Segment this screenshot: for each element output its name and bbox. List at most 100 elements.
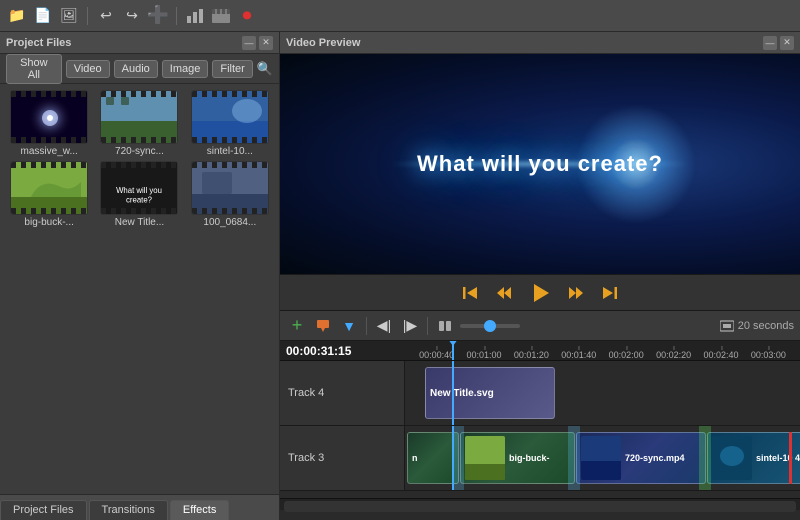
- project-files-header: Project Files — ✕: [0, 32, 279, 54]
- track-4-content: New Title.svg: [405, 361, 800, 425]
- time-mark-8: 00:03:00: [751, 350, 786, 360]
- file-item-2[interactable]: sintel-10...: [187, 90, 273, 157]
- panel-controls: — ✕: [242, 36, 273, 50]
- record-button[interactable]: ⏺: [236, 5, 258, 27]
- toolbar-separator-2: [176, 7, 177, 25]
- file-item-0[interactable]: massive_w...: [6, 90, 92, 157]
- go-to-end-button[interactable]: [597, 282, 623, 304]
- play-button[interactable]: [525, 280, 555, 306]
- filter-button[interactable]: ▼: [338, 315, 360, 337]
- file-name-3: big-buck-...: [6, 217, 92, 228]
- rewind-button[interactable]: [491, 282, 517, 304]
- clip-bigbuck-thumb: [465, 436, 505, 480]
- filter-row: Show All Video Audio Image Filter 🔍: [0, 54, 279, 84]
- project-files-title: Project Files: [6, 37, 71, 49]
- preview-controls-header: — ✕: [763, 36, 794, 50]
- track-end-marker: [789, 432, 792, 484]
- transition-2: [568, 426, 580, 490]
- timeline-scrollbar[interactable]: [280, 498, 800, 510]
- track-4-row: Track 4 New Title.svg: [280, 361, 800, 426]
- chart-button[interactable]: [184, 5, 206, 27]
- file-thumb-5: [191, 161, 269, 215]
- clip-bigbuck[interactable]: big-buck-: [460, 432, 575, 484]
- playhead-line-t3: [452, 426, 454, 490]
- file-thumb-0: [10, 90, 88, 144]
- image-filter-button[interactable]: Image: [162, 60, 209, 78]
- time-mark-4: 00:01:40: [561, 350, 596, 360]
- preview-overlay-text: What will you create?: [417, 151, 663, 177]
- file-name-2: sintel-10...: [187, 146, 273, 157]
- new-file-button[interactable]: 📁: [6, 5, 28, 27]
- clip-bigbuck-label: big-buck-: [509, 453, 550, 463]
- timeline-content: 00:00:31:15 00:00:40 00:01:00 00:01:20 0…: [280, 341, 800, 498]
- clip-sintel-label: sintel-10 4-surround.mp4: [756, 453, 800, 463]
- undo-button[interactable]: ↩: [95, 5, 117, 27]
- left-panel: Project Files — ✕ Show All Video Audio I…: [0, 32, 280, 520]
- filter-search-icon: 🔍: [257, 61, 273, 77]
- time-mark-3: 00:01:20: [514, 350, 549, 360]
- bottom-tabs: Project Files Transitions Effects: [0, 494, 279, 520]
- next-marker-button[interactable]: |▶: [399, 315, 421, 337]
- track-3-row: Track 3 n: [280, 426, 800, 491]
- timecode-display: 00:00:31:15: [286, 344, 351, 358]
- file-thumb-2: [191, 90, 269, 144]
- clip-sintel-thumb: [712, 436, 752, 480]
- close-preview-button[interactable]: ✕: [780, 36, 794, 50]
- file-name-4: New Title...: [96, 217, 182, 228]
- duration-label: 20 seconds: [738, 320, 794, 332]
- redo-button[interactable]: ↪: [121, 5, 143, 27]
- track-4-label: Track 4: [280, 361, 405, 425]
- go-to-start-button[interactable]: [457, 282, 483, 304]
- clip-sintel[interactable]: sintel-10 4-surround.mp4: [707, 432, 800, 484]
- time-mark-7: 00:02:40: [703, 350, 738, 360]
- tl-sep-1: [366, 317, 367, 335]
- zoom-slider[interactable]: [460, 324, 520, 328]
- split-button[interactable]: [434, 315, 456, 337]
- preview-background: What will you create?: [280, 54, 800, 274]
- file-thumb-3: [10, 161, 88, 215]
- video-filter-button[interactable]: Video: [66, 60, 110, 78]
- main-toolbar: 📁 📄 🖼 ↩ ↪ ➕ ⏺: [0, 0, 800, 32]
- track-3-name: Track 3: [288, 452, 324, 464]
- track-4-name: Track 4: [288, 387, 324, 399]
- tab-project-files[interactable]: Project Files: [0, 500, 87, 520]
- clapboard-button[interactable]: [210, 5, 232, 27]
- video-preview: What will you create?: [280, 54, 800, 274]
- file-item-3[interactable]: big-buck-...: [6, 161, 92, 228]
- close-left-button[interactable]: ✕: [259, 36, 273, 50]
- time-mark-2: 00:01:00: [466, 350, 501, 360]
- track-3-label: Track 3: [280, 426, 405, 490]
- file-item-4[interactable]: What will you create? New Title...: [96, 161, 182, 228]
- add-track-button[interactable]: +: [286, 315, 308, 337]
- file-item-1[interactable]: 720-sync...: [96, 90, 182, 157]
- prev-marker-button[interactable]: ◀|: [373, 315, 395, 337]
- show-all-button[interactable]: Show All: [6, 54, 62, 84]
- minimize-preview-button[interactable]: —: [763, 36, 777, 50]
- time-mark-1: 00:00:40: [419, 350, 454, 360]
- clip-n-label: n: [412, 453, 418, 463]
- svg-text:What will you: What will you: [117, 186, 163, 195]
- tab-transitions[interactable]: Transitions: [89, 500, 168, 520]
- audio-filter-button[interactable]: Audio: [114, 60, 158, 78]
- preview-header: Video Preview — ✕: [280, 32, 800, 54]
- tab-effects[interactable]: Effects: [170, 500, 229, 520]
- timeline-duration: 20 seconds: [720, 320, 794, 332]
- clip-title[interactable]: New Title.svg: [425, 367, 555, 419]
- main-content: Project Files — ✕ Show All Video Audio I…: [0, 32, 800, 520]
- add-button[interactable]: ➕: [147, 5, 169, 27]
- open-button[interactable]: 📄: [32, 5, 54, 27]
- svg-text:create?: create?: [127, 196, 154, 205]
- right-panel: Video Preview — ✕ What will you create?: [280, 32, 800, 520]
- time-mark-6: 00:02:20: [656, 350, 691, 360]
- playback-controls: [280, 274, 800, 310]
- clip-720sync[interactable]: 720-sync.mp4: [576, 432, 706, 484]
- file-item-5[interactable]: 100_0684...: [187, 161, 273, 228]
- time-mark-5: 00:02:00: [609, 350, 644, 360]
- image-button[interactable]: 🖼: [58, 5, 80, 27]
- minimize-button[interactable]: —: [242, 36, 256, 50]
- add-marker-button[interactable]: [312, 315, 334, 337]
- file-name-1: 720-sync...: [96, 146, 182, 157]
- clip-720sync-label: 720-sync.mp4: [625, 453, 685, 463]
- filter-filter-button[interactable]: Filter: [212, 60, 252, 78]
- fast-forward-button[interactable]: [563, 282, 589, 304]
